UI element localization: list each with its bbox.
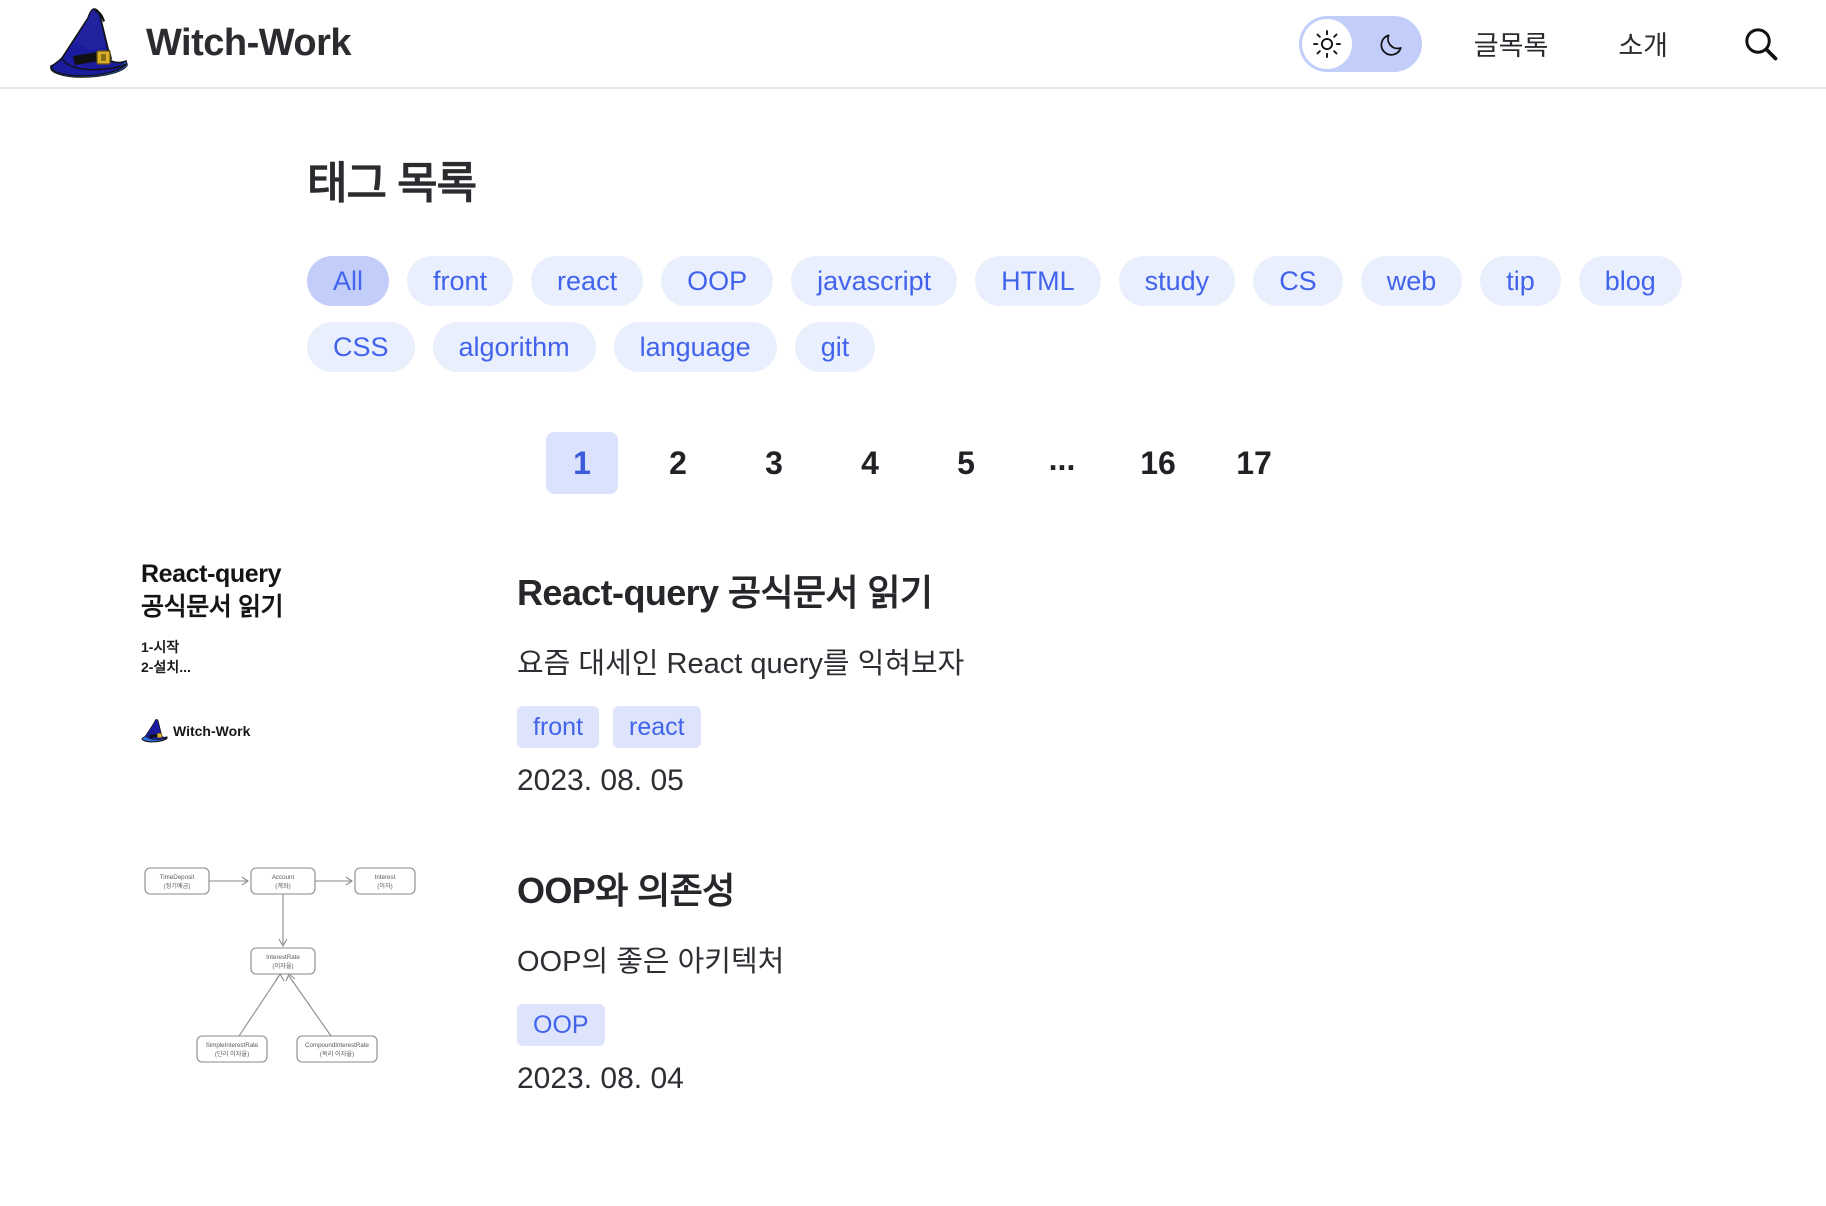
witch-hat-icon [48,6,132,82]
tag-pill-react[interactable]: react [531,256,643,306]
diagram-node-sublabel: (이자율) [272,962,293,970]
post-thumbnail-title-card: React-query 공식문서 읽기 1-시작 2-설치... [141,558,421,748]
diagram-node-label: CompoundInterestRate [305,1042,370,1049]
pagination-page-17[interactable]: 17 [1218,432,1290,494]
tag-pill-git[interactable]: git [795,322,876,372]
diagram-node-label: TimeDeposit [160,874,195,881]
thumbnail-card-subtext-line2: 2-설치... [141,657,421,677]
diagram-node-label: Account [272,874,295,881]
nav-link-posts[interactable]: 글목록 [1474,24,1549,63]
thumbnail-card-footer: Witch-Work [141,718,250,744]
pagination-ellipsis: ... [1026,432,1098,494]
tag-pill-javascript[interactable]: javascript [791,256,957,306]
diagram-node-sublabel: (정기예금) [164,882,191,890]
tag-pill-language[interactable]: language [614,322,777,372]
post-date: 2023. 08. 04 [517,1062,1693,1096]
tag-pill-css[interactable]: CSS [307,322,415,372]
brand-home-link[interactable]: Witch-Work [48,6,351,82]
pagination-page-3[interactable]: 3 [738,432,810,494]
page-title: 태그 목록 [307,147,1693,211]
header-actions: 글목록 소개 [1299,16,1790,72]
nav-link-about[interactable]: 소개 [1618,24,1668,63]
diagram-node-sublabel: (단리 이자율) [215,1050,249,1058]
post-details: React-query 공식문서 읽기 요즘 대세인 React query를 … [517,558,1693,798]
post-details: OOP와 의존성 OOP의 좋은 아키텍처 OOP 2023. 08. 04 [517,856,1693,1096]
post-tag-list: OOP [517,1004,1693,1046]
brand-title: Witch-Work [146,22,351,65]
post-description: OOP의 좋은 아키텍처 [517,938,1693,980]
site-header: Witch-Work [0,0,1826,89]
tag-list: All front react OOP javascript HTML stud… [307,256,1693,372]
diagram-node-sublabel: (이자) [377,882,393,890]
thumbnail-card-heading-line2: 공식문서 읽기 [141,591,421,624]
thumbnail-card-heading: React-query 공식문서 읽기 [141,558,421,623]
post-tag-oop[interactable]: OOP [517,1004,605,1046]
post-thumbnail: TimeDeposit (정기예금) Account (계좌) Interest… [141,856,421,1071]
pagination-page-1[interactable]: 1 [546,432,618,494]
tag-pill-html[interactable]: HTML [975,256,1101,306]
moon-icon [1378,28,1406,60]
post-date: 2023. 08. 05 [517,764,1693,798]
thumbnail-card-subtext: 1-시작 2-설치... [141,637,421,678]
theme-toggle[interactable] [1299,16,1422,72]
pagination-page-4[interactable]: 4 [834,432,906,494]
tag-pill-web[interactable]: web [1361,256,1463,306]
tag-pill-all[interactable]: All [307,256,389,306]
post-title: React-query 공식문서 읽기 [517,564,1693,616]
theme-toggle-knob [1302,19,1352,69]
diagram-node-label: SimpleInterestRate [206,1042,259,1049]
diagram-node-sublabel: (계좌) [275,882,291,890]
pagination-page-16[interactable]: 16 [1122,432,1194,494]
thumbnail-card-subtext-line1: 1-시작 [141,637,421,657]
tag-pill-front[interactable]: front [407,256,513,306]
tag-pill-study[interactable]: study [1119,256,1236,306]
search-icon [1740,23,1782,65]
tag-pill-oop[interactable]: OOP [661,256,773,306]
post-card-react-query[interactable]: React-query 공식문서 읽기 1-시작 2-설치... [133,558,1693,798]
class-dependency-diagram-icon: TimeDeposit (정기예금) Account (계좌) Interest… [141,856,421,1071]
tag-pill-cs[interactable]: CS [1253,256,1343,306]
pagination-page-5[interactable]: 5 [930,432,1002,494]
sun-icon [1312,29,1342,59]
pagination-page-2[interactable]: 2 [642,432,714,494]
thumbnail-card-footer-label: Witch-Work [173,723,250,739]
post-thumbnail: React-query 공식문서 읽기 1-시작 2-설치... [141,558,421,748]
diagram-node-label: Interest [375,874,396,881]
tag-pill-tip[interactable]: tip [1480,256,1561,306]
diagram-node-sublabel: (복리 이자율) [320,1050,354,1058]
diagram-node-label: InterestRate [266,954,300,961]
tag-pill-algorithm[interactable]: algorithm [433,322,596,372]
post-tag-list: front react [517,706,1693,748]
post-tag-react[interactable]: react [613,706,701,748]
pagination: 1 2 3 4 5 ... 16 17 [133,432,1693,494]
post-title: OOP와 의존성 [517,862,1693,914]
post-card-oop[interactable]: TimeDeposit (정기예금) Account (계좌) Interest… [133,856,1693,1096]
main-content: 태그 목록 All front react OOP javascript HTM… [0,147,1826,1096]
post-list: React-query 공식문서 읽기 1-시작 2-설치... [133,558,1693,1096]
tag-pill-blog[interactable]: blog [1579,256,1682,306]
witch-hat-icon [141,718,169,744]
search-button[interactable] [1738,21,1784,67]
theme-toggle-moon [1378,30,1406,58]
post-description: 요즘 대세인 React query를 익혀보자 [517,640,1693,682]
post-thumbnail-diagram: TimeDeposit (정기예금) Account (계좌) Interest… [141,856,421,1071]
thumbnail-card-heading-line1: React-query [141,558,421,591]
post-tag-front[interactable]: front [517,706,599,748]
